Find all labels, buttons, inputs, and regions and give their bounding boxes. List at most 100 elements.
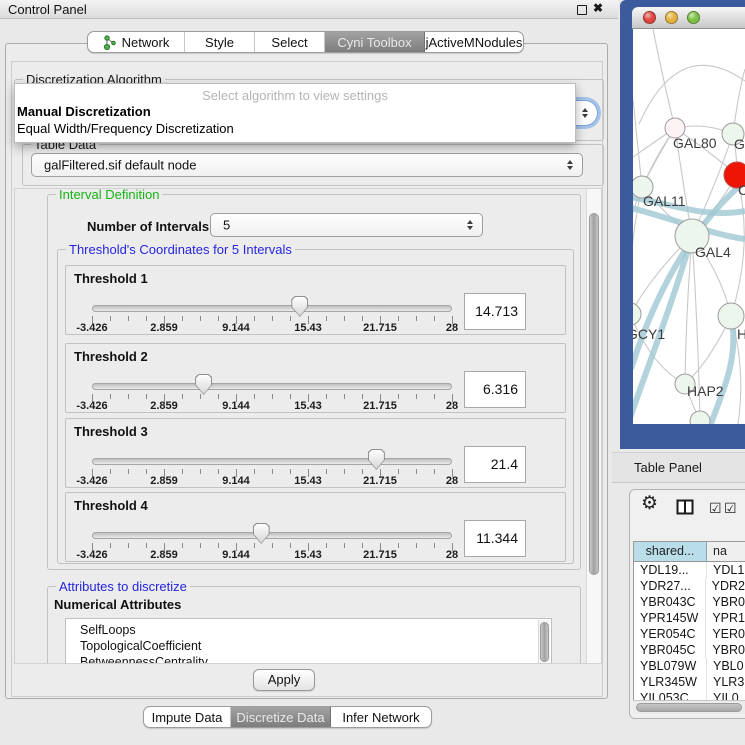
attributes-scrollbar-thumb[interactable] [540, 622, 549, 662]
slider-tick [290, 469, 291, 474]
threshold-value-field[interactable]: 21.4 [464, 446, 526, 483]
attributes-list-scrollbar[interactable] [538, 620, 550, 664]
threshold-slider-track[interactable] [92, 532, 452, 539]
slider-tick-label: 9.144 [222, 549, 250, 561]
table-cell-name[interactable]: YBR0 [706, 594, 745, 610]
table-cell-name[interactable]: YPR1 [706, 610, 745, 626]
threshold-value-field[interactable]: 11.344 [464, 520, 526, 557]
table-cell-name[interactable]: YDR2 [706, 578, 745, 594]
slider-tick [254, 543, 255, 548]
tab-discretize-data[interactable]: Discretize Data [231, 707, 331, 727]
settings-scrollbar-thumb[interactable] [589, 213, 599, 575]
slider-tick-label: -3.426 [76, 475, 107, 487]
threshold-slider-track[interactable] [92, 458, 452, 465]
threshold-value-field[interactable]: 6.316 [464, 371, 526, 408]
tab-jactivemnodules[interactable]: jActiveMNodules [425, 32, 523, 52]
slider-tick [146, 394, 147, 399]
slider-tick [362, 543, 363, 548]
table-cell-shared-name[interactable]: YBR043C [634, 594, 706, 610]
apply-button[interactable]: Apply [253, 669, 315, 691]
algorithm-option-equal-width[interactable]: Equal Width/Frequency Discretization [17, 121, 234, 136]
slider-tick-label: 2.859 [150, 549, 178, 561]
list-item[interactable]: BetweennessCentrality [66, 654, 551, 664]
number-of-intervals-label: Number of Intervals [87, 219, 209, 234]
slider-tick [182, 316, 183, 321]
tab-style[interactable]: Style [185, 32, 255, 52]
slider-tick [398, 543, 399, 548]
table-row[interactable]: YPR145WYPR1 [634, 610, 745, 626]
slider-tick [110, 469, 111, 474]
settings-vertical-scrollbar[interactable] [586, 189, 602, 663]
table-cell-name[interactable]: YBL0 [707, 658, 745, 674]
table-data-combobox[interactable]: galFiltered.sif default node [31, 153, 583, 177]
list-item[interactable]: SelfLoops [66, 622, 551, 638]
checkbox-icon[interactable]: ☑ [709, 500, 722, 517]
threshold-slider-track[interactable] [92, 305, 452, 312]
table-cell-name[interactable]: YLR3 [707, 674, 745, 690]
table-cell-shared-name[interactable]: YBL079W [634, 658, 707, 674]
table-cell-shared-name[interactable]: YER054C [634, 626, 706, 642]
tab-network[interactable]: Network [88, 32, 185, 52]
slider-tick-label: -3.426 [76, 549, 107, 561]
table-cell-shared-name[interactable]: YLR345W [634, 674, 707, 690]
table-row[interactable]: YER054CYER0 [634, 626, 745, 642]
tab-select[interactable]: Select [255, 32, 325, 52]
network-canvas[interactable]: GAL80GACGAL11GAL4GCY1HHAP2 [633, 29, 745, 424]
network-node[interactable] [690, 411, 710, 424]
threshold-slider-track[interactable] [92, 383, 452, 390]
table-header-name[interactable]: na [707, 542, 745, 561]
slider-tick [110, 543, 111, 548]
tab-cyni-toolbox[interactable]: Cyni Toolbox [325, 32, 425, 52]
table-row[interactable]: YDR27...YDR2 [634, 578, 745, 594]
table-scrollbar-thumb[interactable] [636, 703, 742, 712]
number-of-intervals-combobox[interactable]: 5 [210, 213, 483, 237]
threshold-slider-thumb[interactable] [195, 374, 212, 395]
minimize-traffic-light-icon[interactable] [665, 11, 678, 24]
table-cell-name[interactable]: YBR0 [706, 642, 745, 658]
algorithm-option-manual[interactable]: Manual Discretization [17, 104, 151, 119]
table-header-row: shared... na [634, 542, 745, 562]
tab-infer-network[interactable]: Infer Network [331, 707, 431, 727]
table-cell-name[interactable]: YER0 [706, 626, 745, 642]
slider-tick-label: 2.859 [150, 475, 178, 487]
table-row[interactable]: YLR345WYLR3 [634, 674, 745, 690]
slider-tick-label: 28 [446, 549, 458, 561]
table-cell-shared-name[interactable]: YBR045C [634, 642, 706, 658]
close-icon[interactable]: ✖ [593, 1, 603, 15]
slider-tick [398, 469, 399, 474]
slider-tick [128, 394, 129, 399]
tab-impute-data[interactable]: Impute Data [144, 707, 231, 727]
slider-tick [398, 394, 399, 399]
table-row[interactable]: YDL19...YDL1 [634, 562, 745, 578]
close-traffic-light-icon[interactable] [643, 11, 656, 24]
table-cell-name[interactable]: YDL1 [707, 562, 745, 578]
table-row[interactable]: YBR043CYBR0 [634, 594, 745, 610]
threshold-value-field[interactable]: 14.713 [464, 293, 526, 330]
table-row[interactable]: YBL079WYBL0 [634, 658, 745, 674]
table-row[interactable]: YBR045CYBR0 [634, 642, 745, 658]
table-cell-shared-name[interactable]: YDL19... [634, 562, 707, 578]
zoom-traffic-light-icon[interactable] [687, 11, 700, 24]
checkbox-icon[interactable]: ☑ [724, 500, 737, 517]
column-layout-icon[interactable] [676, 499, 694, 515]
float-window-icon[interactable] [577, 5, 587, 15]
network-node-gcy1[interactable] [633, 303, 641, 325]
network-edge [639, 65, 745, 124]
threshold-slider-thumb[interactable] [291, 296, 308, 317]
threshold-label: Threshold 2 [74, 349, 148, 364]
threshold-panel: Threshold 2-3.4262.8599.14415.4321.71528… [65, 343, 566, 413]
threshold-slider-thumb[interactable] [368, 449, 385, 470]
table-cell-shared-name[interactable]: YPR145W [634, 610, 706, 626]
table-cell-shared-name[interactable]: YDR27... [634, 578, 706, 594]
list-item[interactable]: TopologicalCoefficient [66, 638, 551, 654]
slider-tick-label: 9.144 [222, 475, 250, 487]
table-horizontal-scrollbar[interactable] [633, 700, 745, 714]
threshold-panel: Threshold 4-3.4262.8599.14415.4321.71528… [65, 492, 566, 562]
slider-tick [200, 394, 201, 399]
threshold-slider-thumb[interactable] [253, 523, 270, 544]
slider-tick [218, 469, 219, 474]
combo-spinner-icon [567, 160, 573, 170]
gear-icon[interactable]: ⚙ [641, 494, 658, 513]
table-header-shared-name[interactable]: shared... [634, 542, 707, 561]
table-panel-titlebar: Table Panel [612, 452, 745, 483]
